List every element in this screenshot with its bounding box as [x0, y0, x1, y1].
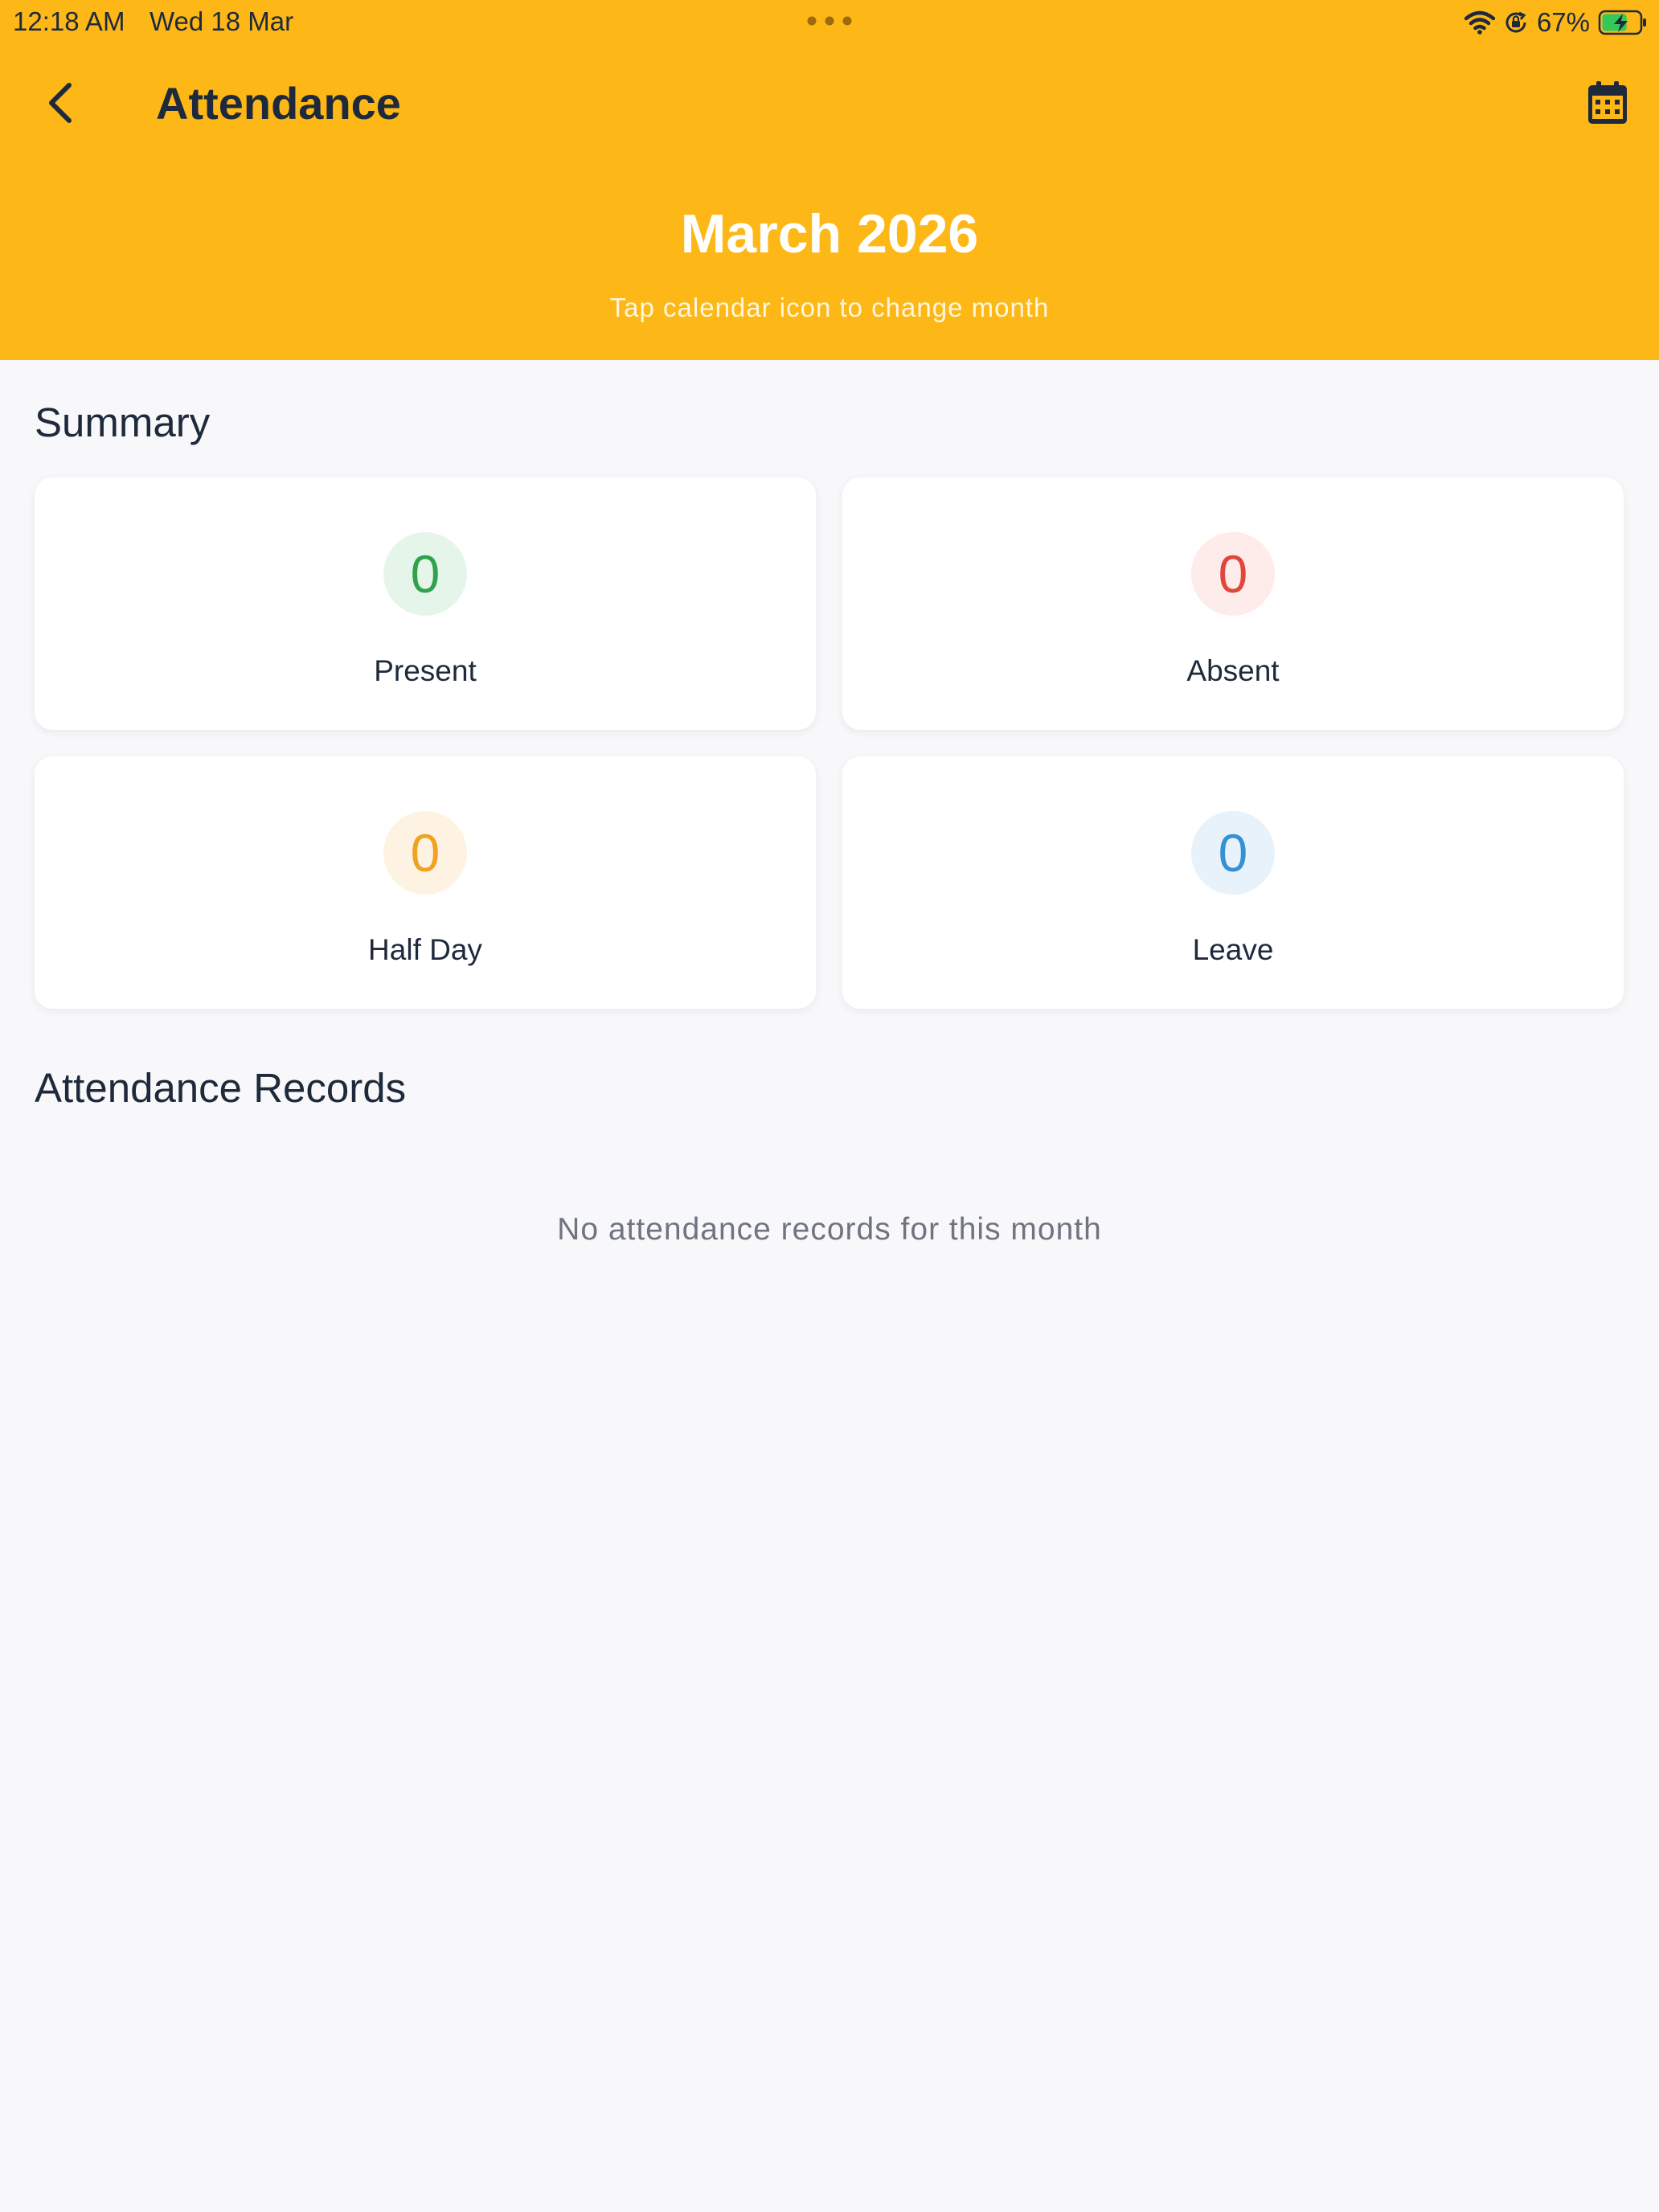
app-header: 12:18 AM Wed 18 Mar 67% Attendance March…: [0, 0, 1659, 360]
half-day-label: Half Day: [368, 933, 482, 966]
status-bar: 12:18 AM Wed 18 Mar 67%: [0, 0, 1659, 43]
calendar-button[interactable]: [1579, 74, 1636, 132]
battery-percent: 67%: [1536, 7, 1590, 37]
chevron-left-icon: [49, 83, 72, 123]
multitasking-dots-icon[interactable]: [805, 16, 854, 26]
absent-count: 0: [1191, 532, 1275, 616]
status-date: Wed 18 Mar: [150, 6, 294, 36]
back-button[interactable]: [32, 74, 90, 132]
leave-label: Leave: [1192, 933, 1274, 966]
present-card: 0 Present: [35, 477, 816, 730]
month-title: March 2026: [680, 203, 979, 264]
empty-records-message: No attendance records for this month: [557, 1212, 1102, 1247]
absent-card: 0 Absent: [842, 477, 1624, 730]
battery-charging-icon: [1598, 10, 1646, 35]
records-heading: Attendance Records: [35, 1065, 407, 1111]
orientation-lock-icon: [1505, 11, 1526, 33]
present-label: Present: [374, 654, 477, 687]
wifi-icon: [1464, 10, 1495, 35]
half-day-count: 0: [383, 811, 467, 895]
status-time: 12:18 AM: [13, 6, 125, 36]
present-count: 0: [383, 532, 467, 616]
absent-label: Absent: [1186, 654, 1280, 687]
status-indicators: 67%: [1464, 6, 1648, 39]
calendar-icon: [1588, 81, 1627, 124]
page-title: Attendance: [156, 78, 401, 129]
leave-count: 0: [1191, 811, 1275, 895]
half-day-card: 0 Half Day: [35, 756, 816, 1009]
leave-card: 0 Leave: [842, 756, 1624, 1009]
month-hint: Tap calendar icon to change month: [609, 293, 1050, 322]
summary-heading: Summary: [35, 399, 211, 445]
